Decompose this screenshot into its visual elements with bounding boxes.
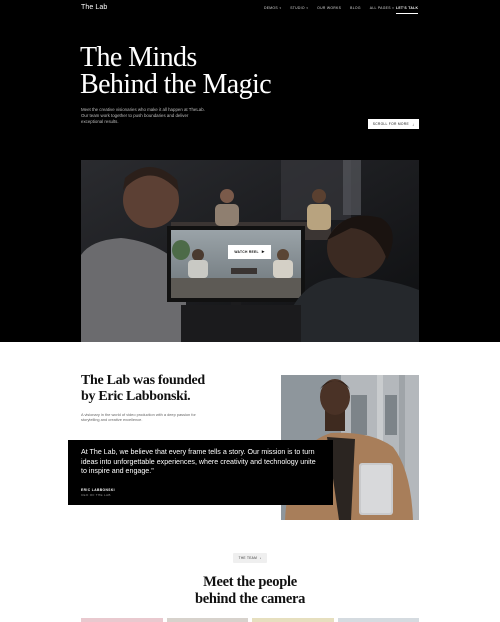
nav-item-label: STUDIO xyxy=(290,6,305,10)
team-member-card[interactable] xyxy=(81,618,163,622)
chevron-down-icon: ▾ xyxy=(306,6,309,10)
team-member-card[interactable] xyxy=(252,618,334,622)
nav-item-all-pages[interactable]: ALL PAGES ▾ xyxy=(370,6,394,10)
team-member-card[interactable] xyxy=(337,618,419,622)
nav-item-demos[interactable]: DEMOS ▾ xyxy=(264,6,281,10)
team-title-line-1: Meet the people xyxy=(203,574,297,590)
quote-author-role: CEO OF THE LAB xyxy=(81,493,111,497)
founder-description: A visionary in the world of video produc… xyxy=(81,412,196,423)
quote-author-name: ERIC LABBONSKI xyxy=(81,488,115,492)
scroll-for-more-button[interactable]: SCROLL FOR MORE ↓ xyxy=(368,119,419,129)
hero-title: The Minds Behind the Magic xyxy=(80,42,310,100)
founder-quote: At The Lab, we believe that every frame … xyxy=(81,448,316,476)
top-nav: The Lab DEMOS ▾ STUDIO ▾ OUR WORKS BLOG AL… xyxy=(0,0,500,18)
founder-quote-card: At The Lab, we believe that every frame … xyxy=(68,440,333,505)
page: The Lab DEMOS ▾ STUDIO ▾ OUR WORKS BLOG AL… xyxy=(0,0,500,622)
arrow-down-icon: ↓ xyxy=(411,121,415,127)
hero-title-line-1: The Minds xyxy=(80,42,197,73)
chevron-down-icon: ▾ xyxy=(392,6,395,10)
team-cards-row xyxy=(81,618,419,622)
team-member-card[interactable] xyxy=(166,618,248,622)
team-title: Meet the people behind the camera xyxy=(150,574,350,608)
dot-icon: • xyxy=(260,556,262,560)
hero-description: Meet the creative visionaries who make i… xyxy=(81,107,205,125)
founder-title: The Lab was founded by Eric Labbonski. xyxy=(81,373,261,405)
team-badge: THE TEAM • xyxy=(233,553,267,563)
hero-title-line-2: Behind the Magic xyxy=(80,69,272,100)
site-logo[interactable]: The Lab xyxy=(81,4,107,11)
founder-title-line-1: The Lab was founded xyxy=(81,373,205,388)
nav-item-label: ALL PAGES xyxy=(369,6,391,10)
play-icon: ▸ xyxy=(261,249,265,255)
nav-item-label: OUR WORKS xyxy=(317,6,342,10)
nav-item-blog[interactable]: BLOG xyxy=(350,6,361,10)
team-badge-label: THE TEAM xyxy=(238,556,258,560)
scroll-button-label: SCROLL FOR MORE xyxy=(372,122,409,126)
founder-title-line-2: by Eric Labbonski. xyxy=(81,389,191,404)
team-title-line-2: behind the camera xyxy=(194,591,306,607)
nav-menu: DEMOS ▾ STUDIO ▾ OUR WORKS BLOG ALL PAGES ▾ xyxy=(264,6,403,10)
watch-button-label: WATCH REEL xyxy=(234,250,259,254)
nav-item-studio[interactable]: STUDIO ▾ xyxy=(290,6,308,10)
chevron-down-icon: ▾ xyxy=(279,6,282,10)
hero-section: The Lab DEMOS ▾ STUDIO ▾ OUR WORKS BLOG AL… xyxy=(0,0,500,342)
nav-item-label: BLOG xyxy=(350,6,361,10)
nav-item-label: DEMOS xyxy=(264,6,278,10)
lets-talk-button[interactable]: LET'S TALK xyxy=(396,3,419,14)
watch-reel-button[interactable]: WATCH REEL ▸ xyxy=(228,245,271,259)
nav-item-our-works[interactable]: OUR WORKS xyxy=(317,6,341,10)
